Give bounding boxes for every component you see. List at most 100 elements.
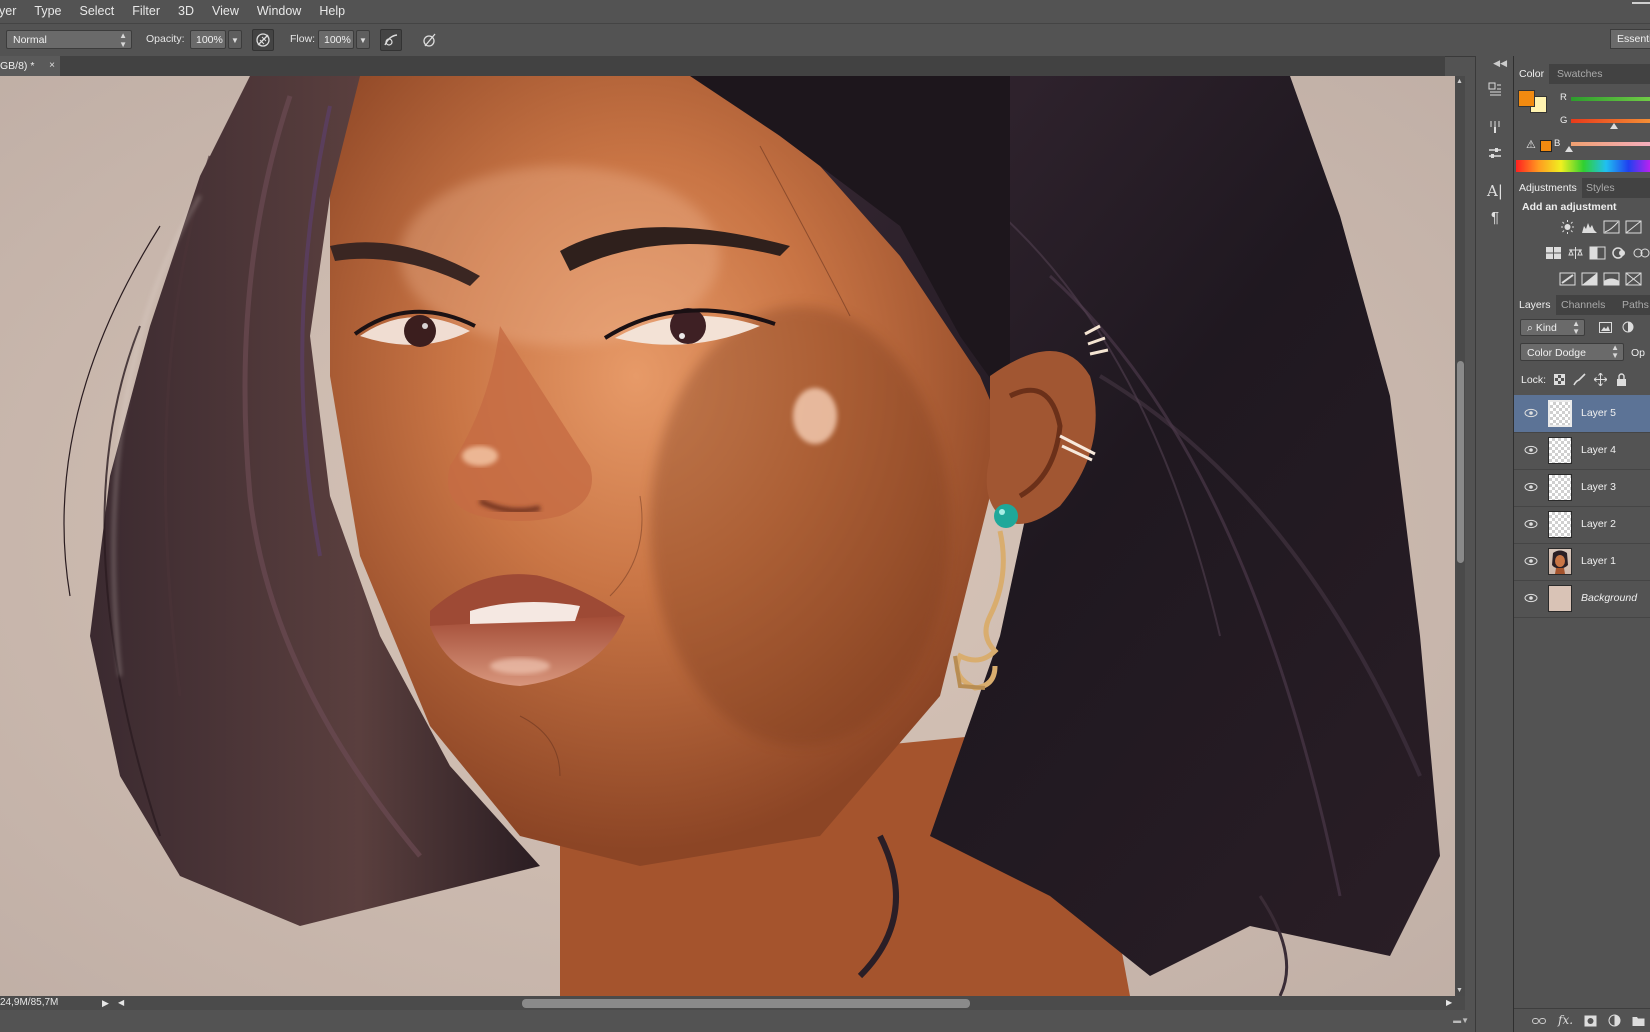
layer-thumbnail [1548,474,1572,501]
layer-name: Background [1581,592,1638,604]
filter-adjustment-layers-icon[interactable] [1622,321,1634,333]
tab-adjustments[interactable]: Adjustments [1514,178,1582,198]
document-tab-title: GB/8) * [0,60,35,72]
blue-channel-slider[interactable] [1571,142,1650,146]
visibility-eye-icon[interactable] [1524,408,1538,418]
layer-row-layer-1[interactable]: Layer 1 [1514,543,1650,581]
tab-color[interactable]: Color [1514,64,1550,84]
vibrance-icon[interactable] [1545,246,1562,260]
menu-help[interactable]: Help [310,0,354,22]
layer-blend-mode-select[interactable]: Color Dodge ▲ ▼ [1520,343,1624,361]
menu-filter[interactable]: Filter [123,0,169,22]
new-adjustment-layer-icon[interactable] [1608,1014,1621,1027]
pressure-size-button[interactable] [418,29,440,51]
photo-filter-icon[interactable] [1611,246,1628,260]
layer-row-layer-5[interactable]: Layer 5 [1514,395,1650,433]
flow-dropdown-button[interactable]: ▼ [356,30,370,49]
black-white-icon[interactable] [1589,246,1606,260]
foreground-color-swatch[interactable] [1518,90,1535,107]
paragraph-panel-icon[interactable]: ¶ [1484,206,1506,228]
status-menu-icon[interactable]: ▶ [102,996,109,1010]
visibility-eye-icon[interactable] [1524,593,1538,603]
color-spectrum-bar[interactable] [1516,160,1650,172]
tab-styles[interactable]: Styles [1581,178,1620,198]
document-canvas[interactable] [0,76,1455,996]
layer-thumbnail [1548,400,1572,427]
selective-color-icon[interactable] [1625,272,1642,286]
menu-select[interactable]: Select [70,0,123,22]
vertical-scroll-thumb[interactable] [1457,361,1464,563]
gradient-map-icon[interactable] [1603,272,1620,286]
new-group-icon[interactable] [1632,1014,1645,1027]
airbrush-button[interactable] [380,29,402,51]
visibility-eye-icon[interactable] [1524,556,1538,566]
red-channel-slider[interactable] [1571,97,1650,101]
lock-position-icon[interactable] [1594,373,1607,386]
curves-icon[interactable] [1603,220,1620,234]
visibility-eye-icon[interactable] [1524,445,1538,455]
vertical-scrollbar[interactable]: ▲ ▼ [1455,76,1465,996]
green-slider-knob[interactable] [1610,123,1618,129]
menu-view[interactable]: View [203,0,248,22]
scroll-up-icon[interactable]: ▲ [1456,78,1463,85]
status-bar: 24,9M/85,7M ▶ ◀ ▶ [0,996,1465,1010]
layer-row-background[interactable]: Background [1514,580,1650,618]
gamut-warning-icon[interactable]: ⚠ [1526,138,1536,151]
flow-input[interactable]: 100% [318,30,354,49]
gamut-color-chip[interactable] [1540,140,1552,152]
opacity-input[interactable]: 100% [190,30,226,49]
close-tab-icon[interactable]: × [49,56,55,76]
resize-grip-icon[interactable]: ▬▼ [1453,1016,1469,1025]
layer-filter-kind-select[interactable]: ⌕ Kind ▲ ▼ [1520,319,1585,336]
layer-opacity-label: Op [1631,347,1646,359]
brush-blend-mode-select[interactable]: Normal ▲ ▼ [6,30,132,49]
document-tab[interactable]: GB/8) * × [0,56,60,76]
tool-presets-icon[interactable] [1484,142,1506,164]
lock-image-pixels-icon[interactable] [1573,373,1586,386]
menu-layer[interactable]: yer [0,0,25,22]
posterize-icon[interactable] [1581,272,1598,286]
scroll-left-icon[interactable]: ◀ [118,996,124,1010]
brightness-contrast-icon[interactable] [1559,220,1576,234]
pressure-opacity-button[interactable] [252,29,274,51]
lock-transparent-pixels-icon[interactable] [1554,374,1565,385]
link-layers-icon[interactable] [1532,1016,1546,1026]
layer-row-layer-2[interactable]: Layer 2 [1514,506,1650,544]
visibility-eye-icon[interactable] [1524,519,1538,529]
layers-panel-footer: fx. [1514,1008,1650,1032]
channel-mixer-icon[interactable] [1633,246,1650,260]
history-icon[interactable] [1484,78,1506,100]
right-panels: Color Swatches R G ⚠ B Adjustments Style… [1513,56,1650,1032]
brush-blend-mode-value: Normal [13,34,47,46]
menu-window[interactable]: Window [248,0,310,22]
collapse-panels-icon[interactable]: ◀◀ [1493,58,1507,69]
workspace-switcher[interactable]: Essenti [1610,29,1650,49]
filter-pixel-layers-icon[interactable] [1599,322,1612,333]
color-balance-icon[interactable] [1567,246,1584,260]
horizontal-scroll-thumb[interactable] [522,999,970,1008]
menu-type[interactable]: Type [25,0,70,22]
layer-row-layer-4[interactable]: Layer 4 [1514,432,1650,470]
window-minimize-icon[interactable] [1632,2,1650,12]
layer-name: Layer 3 [1581,481,1617,493]
layer-row-layer-3[interactable]: Layer 3 [1514,469,1650,507]
brush-presets-icon[interactable] [1484,116,1506,138]
tab-layers[interactable]: Layers [1514,295,1556,315]
lock-all-icon[interactable] [1616,373,1627,386]
tab-channels[interactable]: Channels [1556,295,1610,315]
menu-3d[interactable]: 3D [169,0,203,22]
character-panel-icon[interactable]: A| [1484,180,1506,202]
add-mask-icon[interactable] [1584,1015,1597,1027]
exposure-icon[interactable] [1625,220,1642,234]
layer-thumbnail [1548,511,1572,538]
visibility-eye-icon[interactable] [1524,482,1538,492]
scroll-right-icon[interactable]: ▶ [1446,996,1452,1010]
scroll-down-icon[interactable]: ▼ [1456,987,1463,994]
tab-swatches[interactable]: Swatches [1552,64,1608,84]
blue-slider-knob[interactable] [1565,146,1573,152]
opacity-dropdown-button[interactable]: ▼ [228,30,242,49]
fx-icon[interactable]: fx. [1558,1013,1573,1027]
invert-icon[interactable] [1559,272,1576,286]
levels-icon[interactable] [1581,220,1598,234]
tab-paths[interactable]: Paths [1617,295,1650,315]
